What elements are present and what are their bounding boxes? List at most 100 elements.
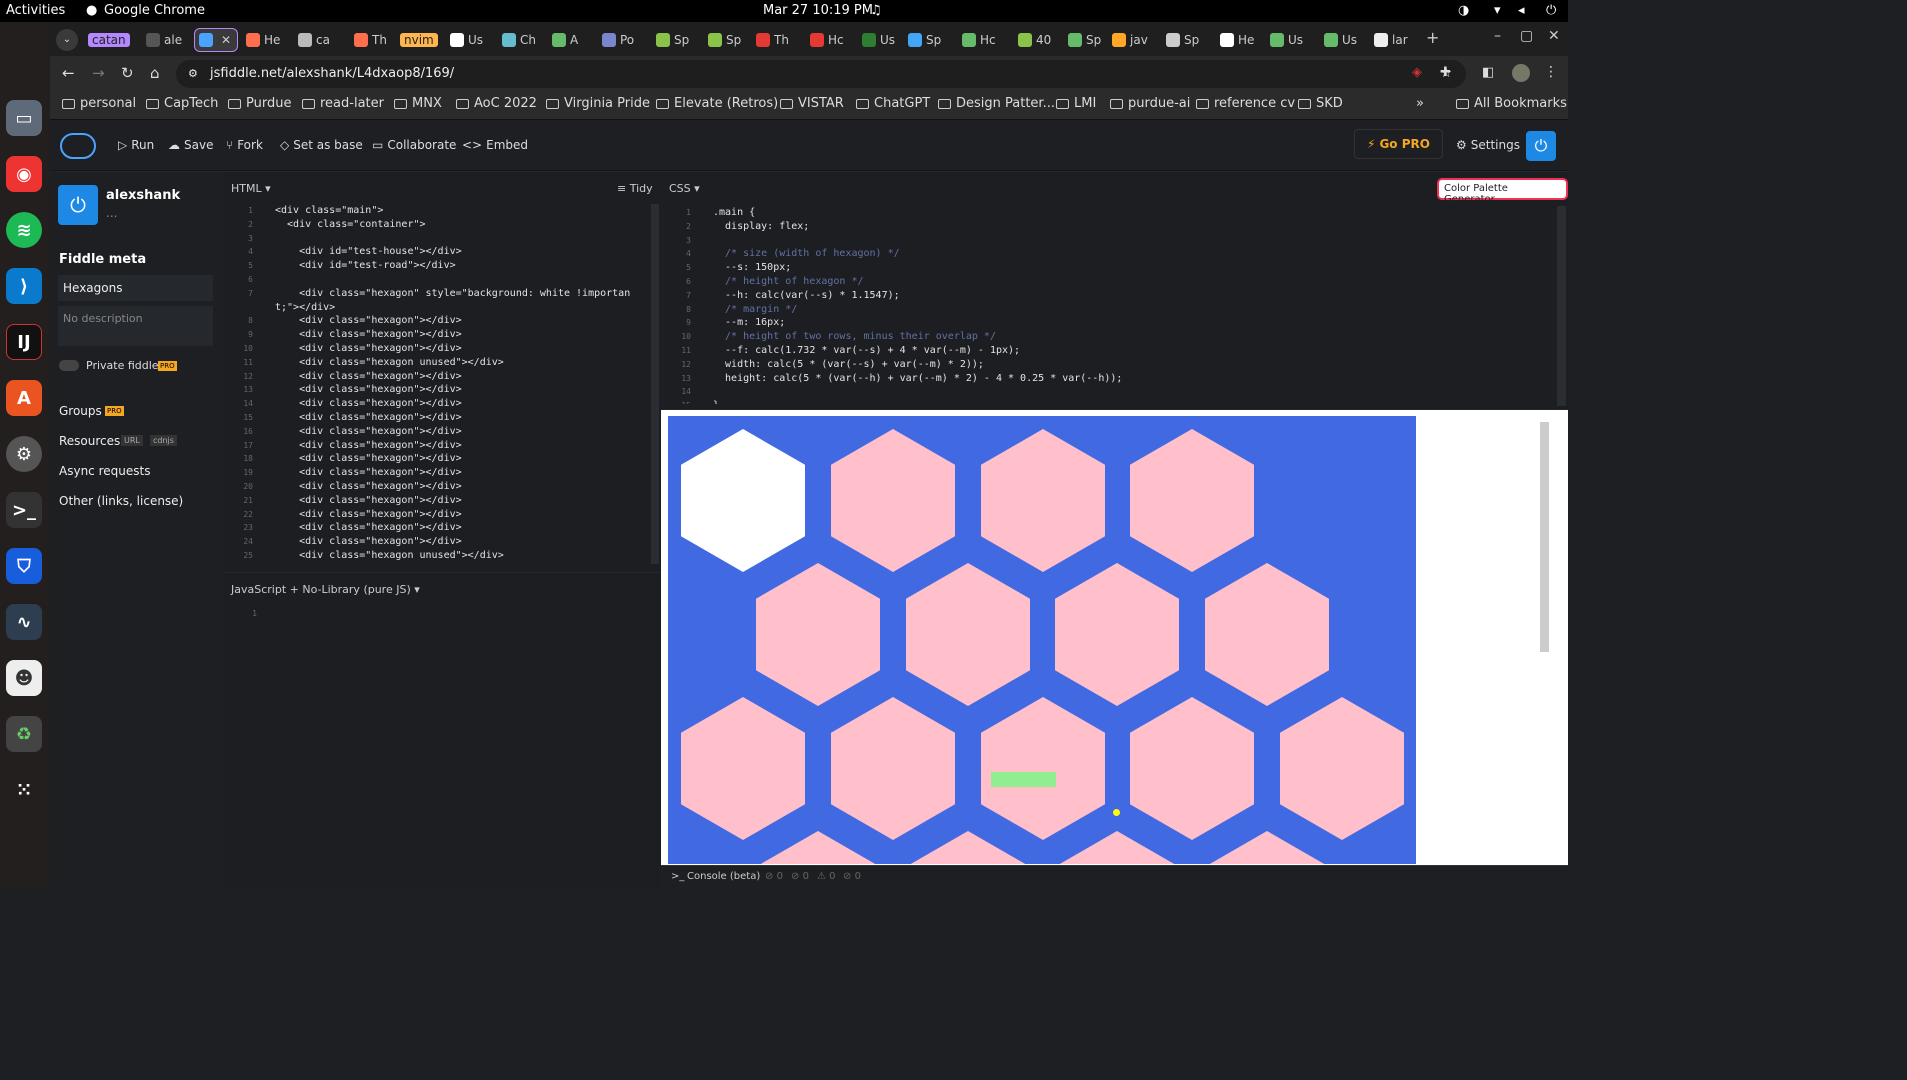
bookmark-item[interactable]: read-later bbox=[302, 96, 384, 111]
bitwarden-icon[interactable]: ⛉ bbox=[6, 548, 42, 584]
tab-7[interactable]: Us bbox=[446, 28, 483, 52]
fiddle-description-input[interactable]: No description bbox=[58, 306, 213, 346]
groups-item[interactable]: Groups bbox=[59, 404, 102, 418]
hexagon-tile[interactable] bbox=[831, 429, 955, 572]
result-scrollbar[interactable] bbox=[1540, 422, 1549, 652]
js-pane-title[interactable]: JavaScript + No-Library (pure JS) ▾ bbox=[231, 583, 420, 596]
hexagon-tile[interactable] bbox=[756, 831, 880, 864]
html-pane-title[interactable]: HTML ▾ bbox=[231, 182, 271, 195]
chrome-icon[interactable]: ◉ bbox=[6, 156, 42, 192]
user-avatar-button[interactable]: ⏻ bbox=[1526, 131, 1556, 161]
private-toggle[interactable] bbox=[59, 360, 79, 371]
system-monitor-icon[interactable]: ∿ bbox=[6, 604, 42, 640]
test-house[interactable] bbox=[1113, 809, 1120, 816]
username[interactable]: alexshank bbox=[106, 188, 180, 203]
trash-icon[interactable]: ♻ bbox=[6, 716, 42, 752]
tab-25[interactable]: lar bbox=[1370, 28, 1408, 52]
hexagon-tile[interactable] bbox=[1205, 831, 1329, 864]
go-pro-button[interactable]: ⚡ Go PRO bbox=[1354, 129, 1443, 159]
tab-17[interactable]: Hc bbox=[958, 28, 996, 52]
bookmark-item[interactable]: CapTech bbox=[146, 96, 218, 111]
bookmark-item[interactable]: LMI bbox=[1056, 96, 1096, 111]
tab-8[interactable]: Ch bbox=[498, 28, 536, 52]
hexagon-tile[interactable] bbox=[1055, 831, 1179, 864]
url-badge[interactable]: URL bbox=[121, 435, 143, 446]
tab-1[interactable]: ale bbox=[142, 28, 182, 52]
home-icon[interactable]: ⌂ bbox=[150, 64, 160, 82]
embed-button[interactable]: <> Embed bbox=[462, 138, 528, 152]
hexagon-tile[interactable] bbox=[981, 429, 1105, 572]
tab-2[interactable]: ✕ bbox=[194, 28, 238, 52]
settings-icon[interactable]: ⚙ bbox=[6, 436, 42, 472]
tab-14[interactable]: Hc bbox=[806, 28, 844, 52]
profile-avatar[interactable] bbox=[1512, 64, 1530, 82]
activities-button[interactable]: Activities bbox=[6, 3, 65, 18]
tidy-button[interactable]: ≡ Tidy bbox=[617, 182, 653, 195]
hexagon-tile[interactable] bbox=[906, 831, 1030, 864]
bookmark-item[interactable]: ChatGPT bbox=[856, 96, 930, 111]
tab-18[interactable]: 40 bbox=[1014, 28, 1051, 52]
resources-item[interactable]: Resources bbox=[59, 434, 120, 448]
more-bookmarks-icon[interactable]: » bbox=[1416, 96, 1424, 111]
other-links-item[interactable]: Other (links, license) bbox=[59, 494, 183, 508]
fork-button[interactable]: ⑂ Fork bbox=[226, 138, 263, 152]
power-icon[interactable]: ⏻ bbox=[1546, 3, 1556, 18]
bookmark-item[interactable]: Elevate (Retros) bbox=[656, 96, 778, 111]
hexagon-tile[interactable] bbox=[1280, 697, 1404, 840]
tab-21[interactable]: Sp bbox=[1162, 28, 1199, 52]
bookmark-item[interactable]: purdue-ai bbox=[1110, 96, 1190, 111]
bookmark-item[interactable]: reference cv bbox=[1196, 96, 1295, 111]
tab-0[interactable]: catan bbox=[84, 28, 130, 52]
tab-11[interactable]: Sp bbox=[652, 28, 689, 52]
console-bar[interactable]: >_ Console (beta) ⊘ 0 ⊘ 0 ⚠ 0 ⊘ 0 bbox=[661, 865, 1568, 888]
css-pane-title[interactable]: CSS ▾ bbox=[669, 182, 700, 195]
collaborate-button[interactable]: ▭ Collaborate bbox=[372, 138, 456, 152]
hexagon-board[interactable] bbox=[668, 416, 1416, 864]
hexagon-tile[interactable] bbox=[981, 697, 1105, 840]
active-app-name[interactable]: Google Chrome bbox=[104, 3, 205, 18]
intellij-icon[interactable]: IJ bbox=[6, 324, 42, 360]
forward-icon[interactable]: → bbox=[92, 64, 105, 82]
address-bar[interactable]: ⚙ jsfiddle.net/alexshank/L4dxaop8/169/ ☆ bbox=[176, 60, 1466, 88]
extension-icon[interactable]: ◈ bbox=[1412, 65, 1422, 80]
hexagon-tile[interactable] bbox=[831, 697, 955, 840]
css-editor[interactable]: 1 .main {2 display: flex; 3 4 /* size (widt… bbox=[661, 206, 1551, 404]
all-bookmarks[interactable]: All Bookmarks bbox=[1456, 96, 1567, 111]
tab-5[interactable]: Th bbox=[350, 28, 387, 52]
set-as-base-button[interactable]: ◇ Set as base bbox=[280, 138, 363, 152]
files-icon[interactable]: ▭ bbox=[6, 100, 42, 136]
tab-3[interactable]: He bbox=[242, 28, 280, 52]
app-grid-icon[interactable]: ⁙ bbox=[6, 772, 42, 808]
tab-23[interactable]: Us bbox=[1266, 28, 1303, 52]
side-panel-icon[interactable]: ◧ bbox=[1482, 65, 1494, 80]
bookmark-item[interactable]: MNX bbox=[394, 96, 442, 111]
html-editor[interactable]: 1 <div class="main"> 2 <div class="contain… bbox=[223, 204, 643, 566]
hexagon-tile[interactable] bbox=[1130, 697, 1254, 840]
tab-6[interactable]: nvim bbox=[396, 28, 438, 52]
hexagon-tile[interactable] bbox=[756, 563, 880, 706]
bookmark-item[interactable]: AoC 2022 bbox=[456, 96, 537, 111]
css-scrollbar[interactable] bbox=[1557, 206, 1566, 406]
bell-icon[interactable]: ♫ bbox=[870, 3, 882, 18]
clock[interactable]: Mar 27 10:19 PM bbox=[763, 3, 873, 18]
html-scrollbar[interactable] bbox=[651, 204, 659, 564]
color-palette-generator-button[interactable]: Color Palette Generator bbox=[1437, 178, 1568, 205]
tab-13[interactable]: Th bbox=[752, 28, 789, 52]
async-requests-item[interactable]: Async requests bbox=[59, 464, 150, 478]
volume-icon[interactable]: ◂ bbox=[1518, 3, 1525, 18]
tab-20[interactable]: jav bbox=[1108, 28, 1148, 52]
avatar[interactable]: ⏻ bbox=[58, 185, 98, 225]
hexagon-tile[interactable] bbox=[1130, 429, 1254, 572]
wifi-icon[interactable]: ▾ bbox=[1494, 3, 1501, 18]
app-center-icon[interactable]: A bbox=[6, 380, 42, 416]
close-tab-icon[interactable]: ✕ bbox=[221, 33, 231, 47]
tab-22[interactable]: He bbox=[1216, 28, 1254, 52]
maximize-button[interactable]: ▢ bbox=[1520, 28, 1533, 44]
bookmark-item[interactable]: personal bbox=[62, 96, 136, 111]
tab-4[interactable]: ca bbox=[294, 28, 330, 52]
vscode-icon[interactable]: ⟩ bbox=[6, 268, 42, 304]
tab-24[interactable]: Us bbox=[1320, 28, 1357, 52]
hexagon-tile[interactable] bbox=[681, 429, 805, 572]
terminal-icon[interactable]: >_ bbox=[6, 492, 42, 528]
tab-12[interactable]: Sp bbox=[704, 28, 741, 52]
